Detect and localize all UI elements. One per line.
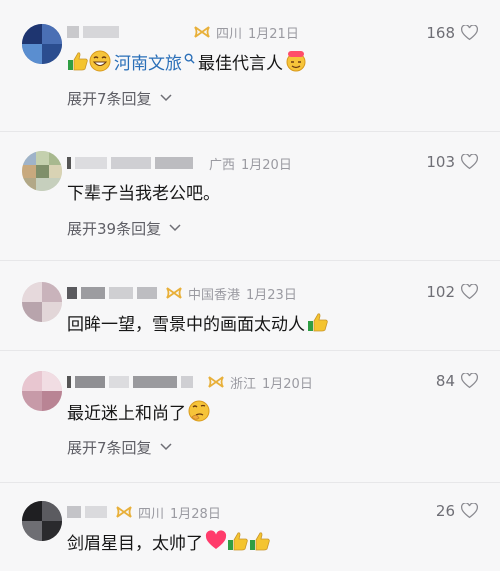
topic-link[interactable]: 河南文旅 [114,49,182,74]
username-redacted [155,157,193,169]
avatar[interactable] [22,151,62,191]
like-control[interactable]: 168 [426,24,478,42]
comment-date: 1月23日 [246,287,297,303]
comment-item: 中国香港 1月23日 102 回眸一望，雪景中的画面太动人 [0,282,500,342]
grinning-emoji-icon [89,50,111,72]
expand-replies-button[interactable]: 展开7条回复 [67,88,172,108]
divider [0,131,500,132]
like-control[interactable]: 26 [436,502,478,520]
like-count: 168 [426,24,455,42]
comment-text: 下辈子当我老公吧。 [67,183,220,204]
666-emoji-icon [286,51,306,72]
like-count: 103 [426,153,455,171]
expand-replies-label: 展开7条回复 [67,89,152,108]
comment-location: 广西 [209,157,236,173]
thinking-emoji-icon [188,400,210,422]
thumbs-up-emoji-icon [308,313,328,332]
comment-location: 四川 [138,506,165,522]
avatar[interactable] [22,501,62,541]
comment-meta: 四川 1月28日 [67,502,221,522]
username-redacted [81,287,105,299]
username-redacted [133,376,177,388]
username-redacted [111,157,151,169]
avatar[interactable] [22,371,62,411]
comment-meta: 浙江 1月20日 [67,372,313,392]
comment-text: 回眸一望，雪景中的画面太动人 [67,309,329,335]
chevron-down-icon [169,224,181,232]
comment-location: 中国香港 [188,287,241,303]
username-redacted[interactable] [67,157,71,169]
thumbs-up-emoji-icon [68,52,88,71]
fan-badge-icon [116,506,132,518]
comment-list: 四川 1月21日 168 河南文旅 最佳代言人 展开7条回复 广西 1月20日 … [0,0,500,571]
username-redacted [75,376,105,388]
comment-item: 四川 1月21日 168 河南文旅 最佳代言人 展开7条回复 [0,18,500,113]
comment-meta: 中国香港 1月23日 [67,283,297,303]
divider [0,260,500,261]
like-count: 84 [435,372,455,390]
heart-outline-icon[interactable] [461,373,478,389]
username-redacted [85,506,107,518]
comment-text: 剑眉星目，太帅了 [67,528,271,554]
comment-date: 1月20日 [262,376,313,392]
comment-date: 1月20日 [241,157,292,173]
username-redacted [181,376,193,388]
comment-item: 浙江 1月20日 84 最近迷上和尚了 展开7条回复 [0,371,500,466]
comment-text: 河南文旅 最佳代言人 [67,48,307,74]
username-redacted [137,287,157,299]
comment-text-body: 最近迷上和尚了 [67,403,186,424]
like-control[interactable]: 84 [436,372,478,390]
fan-badge-icon [208,376,224,388]
thumbs-up-emoji-icon [228,532,248,551]
heart-outline-icon[interactable] [461,503,478,519]
thumbs-up-emoji-icon [250,532,270,551]
comment-meta: 广西 1月20日 [67,153,292,173]
comment-date: 1月21日 [248,26,299,42]
expand-replies-label: 展开39条回复 [67,219,162,238]
heart-outline-icon[interactable] [461,154,478,170]
username-redacted[interactable] [67,26,79,38]
heart-outline-icon[interactable] [461,25,478,41]
username-redacted [83,26,119,38]
comment-item: 广西 1月20日 103 下辈子当我老公吧。 展开39条回复 [0,151,500,246]
comment-text-body: 回眸一望，雪景中的画面太动人 [67,314,305,335]
username-redacted [109,287,133,299]
expand-replies-button[interactable]: 展开7条回复 [67,437,172,457]
username-redacted[interactable] [67,376,71,388]
like-control[interactable]: 102 [426,283,478,301]
fan-badge-icon [194,26,210,38]
like-control[interactable]: 103 [426,153,478,171]
expand-replies-button[interactable]: 展开39条回复 [67,218,181,238]
comment-location: 四川 [216,26,243,42]
avatar[interactable] [22,282,62,322]
divider [0,350,500,351]
like-count: 26 [435,502,455,520]
chevron-down-icon [160,94,172,102]
comment-text-body: 剑眉星目，太帅了 [67,533,203,554]
divider [0,482,500,483]
comment-text-tail: 最佳代言人 [198,53,283,74]
like-count: 102 [426,283,455,301]
comment-date: 1月28日 [170,506,221,522]
comment-text: 最近迷上和尚了 [67,398,210,424]
username-redacted [109,376,129,388]
fan-badge-icon [166,287,182,299]
search-link-icon[interactable] [184,53,195,64]
expand-replies-label: 展开7条回复 [67,438,152,457]
username-redacted[interactable] [67,287,77,299]
chevron-down-icon [160,443,172,451]
avatar[interactable] [22,24,62,64]
username-redacted[interactable] [67,506,81,518]
heart-outline-icon[interactable] [461,284,478,300]
heart-emoji-icon [205,530,227,549]
comment-item: 四川 1月28日 26 剑眉星目，太帅了 [0,501,500,561]
comment-meta: 四川 1月21日 [67,22,299,42]
comment-location: 浙江 [230,376,257,392]
username-redacted [75,157,107,169]
